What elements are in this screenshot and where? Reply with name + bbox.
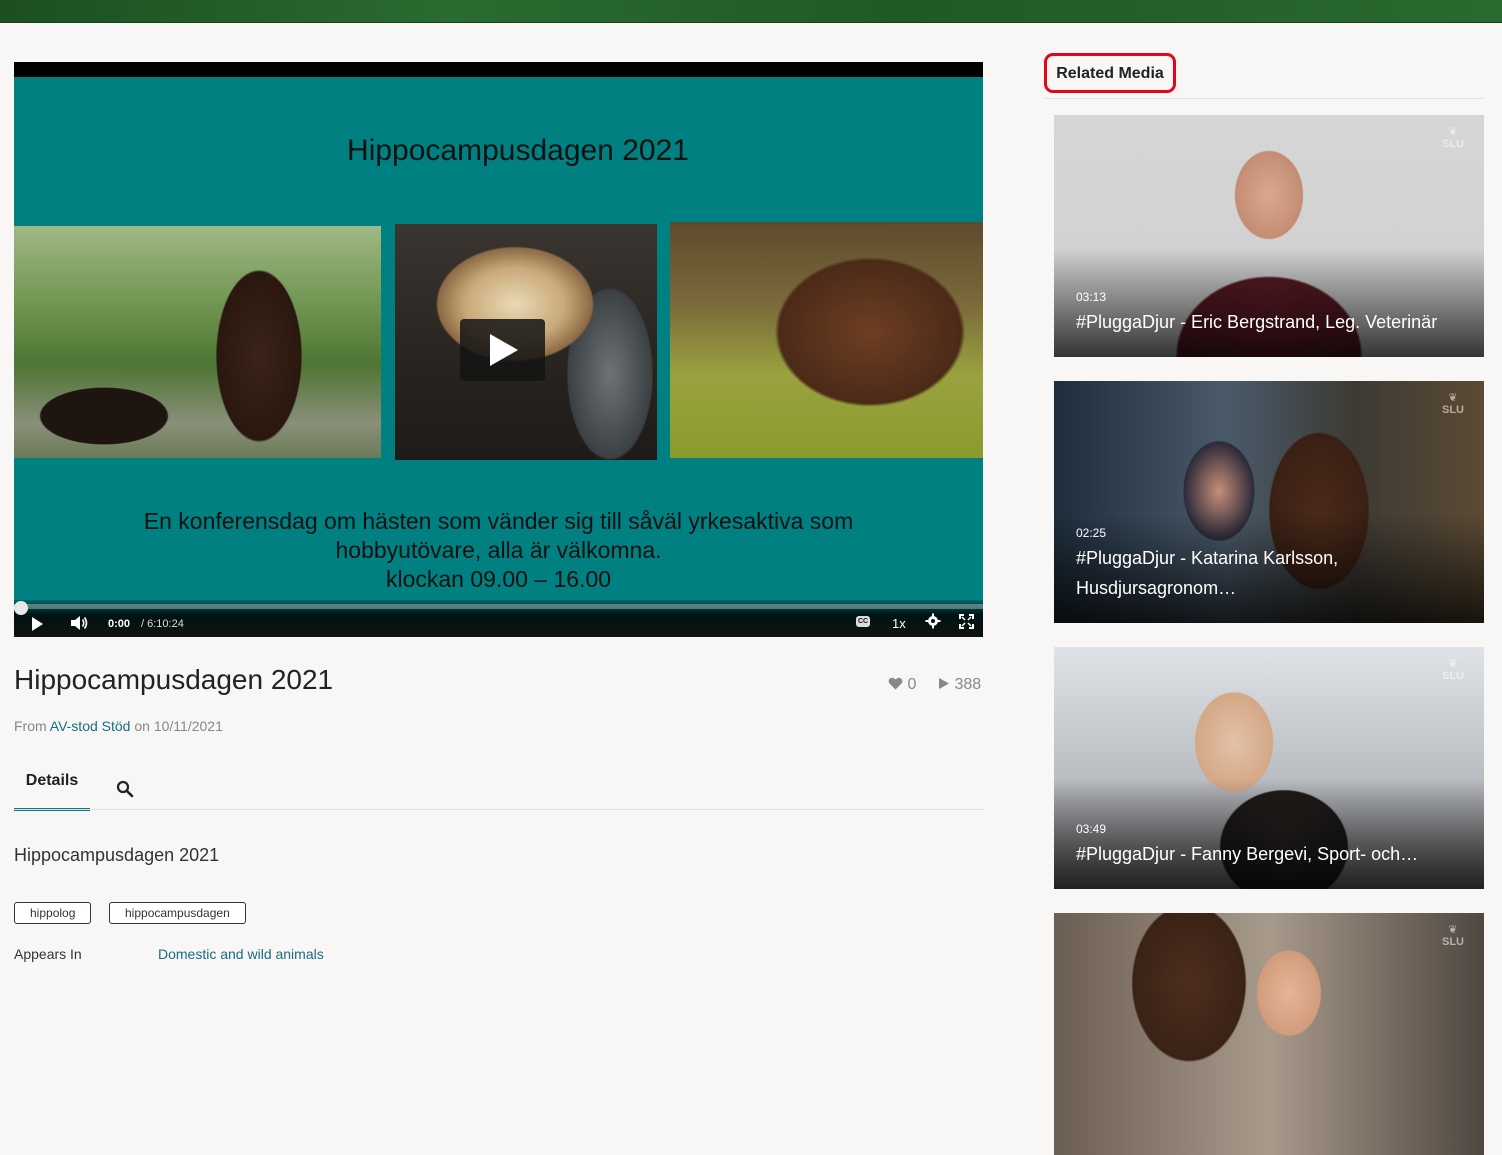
related-title[interactable]: #PluggaDjur - Eric Bergstrand, Leg. Vete… (1076, 307, 1466, 337)
slide-desc-line-3: klockan 09.00 – 16.00 (385, 566, 612, 592)
slide-description: En konferensdag om hästen som vänder sig… (14, 507, 983, 594)
appears-in-label: Appears In (14, 946, 82, 962)
search-icon[interactable] (116, 780, 134, 798)
volume-icon[interactable] (69, 614, 89, 632)
current-time: 0:00 (108, 618, 131, 630)
fullscreen-icon[interactable] (959, 614, 974, 629)
tabs-divider (14, 809, 984, 810)
site-header-bar (0, 0, 1502, 23)
plays-value: 388 (954, 676, 982, 693)
slide-desc-line-2: hobbyutövare, alla är välkomna. (335, 537, 662, 563)
player-controls: 0:00 / 6:10:24 CC 1x (14, 600, 983, 637)
related-item[interactable]: ❦ SLU 03:49 #PluggaDjur - Fanny Bergevi, … (1054, 647, 1484, 889)
byline-prefix: From (14, 718, 50, 734)
related-duration: 03:49 (1076, 822, 1107, 836)
related-media-heading: Related Media (1044, 53, 1176, 93)
tab-details[interactable]: Details (14, 772, 90, 811)
related-duration: 02:25 (1076, 526, 1107, 540)
byline-on: on (130, 718, 154, 734)
tag-hippocampusdagen[interactable]: hippocampusdagen (109, 902, 246, 924)
horse-photo-right (670, 222, 983, 458)
owner-link[interactable]: AV-stod Stöd (50, 718, 131, 734)
related-title[interactable]: #PluggaDjur - Fanny Bergevi, Sport- och… (1076, 839, 1466, 869)
big-play-button[interactable] (460, 319, 545, 381)
duration: / 6:10:24 (141, 618, 184, 630)
play-icon[interactable] (32, 617, 43, 631)
play-count-icon (939, 678, 949, 689)
heart-icon (888, 677, 903, 690)
byline: From AV-stod Stöd on 10/11/2021 (14, 718, 223, 734)
media-description: Hippocampusdagen 2021 (14, 845, 220, 865)
horse-photo-left (14, 226, 381, 458)
slu-logo: ❦ SLU (1442, 658, 1464, 682)
thumbnail-overlay (1054, 247, 1484, 357)
related-divider (1044, 98, 1484, 99)
thumbnail-overlay (1054, 779, 1484, 889)
related-item[interactable]: ❦ SLU 02:25 #PluggaDjur - Katarina Karlss… (1054, 381, 1484, 623)
slide-desc-line-1: En konferensdag om hästen som vänder sig… (143, 508, 854, 534)
closed-captions-icon[interactable]: CC (856, 616, 870, 627)
video-player[interactable]: Hippocampusdagen 2021 En konferensdag om… (14, 62, 983, 637)
related-item[interactable]: ❦ SLU (1054, 913, 1484, 1155)
plays-count: 388 (938, 676, 981, 694)
publish-date: 10/11/2021 (153, 718, 223, 734)
likes-value: 0 (907, 676, 917, 693)
slide-title: Hippocampusdagen 2021 (347, 134, 689, 167)
player-top-bar (14, 62, 983, 77)
slu-logo: ❦ SLU (1442, 126, 1464, 150)
related-item[interactable]: ❦ SLU 03:13 #PluggaDjur - Eric Bergstrand… (1054, 115, 1484, 357)
tag-hippolog[interactable]: hippolog (14, 902, 92, 924)
slu-logo: ❦ SLU (1442, 924, 1464, 948)
appears-in-link[interactable]: Domestic and wild animals (158, 946, 324, 962)
slu-logo: ❦ SLU (1442, 392, 1464, 416)
play-icon (490, 334, 518, 366)
related-title[interactable]: #PluggaDjur - Katarina Karlsson, Husdjur… (1076, 543, 1466, 603)
seek-bar[interactable] (14, 601, 983, 615)
related-duration: 03:13 (1076, 290, 1107, 304)
playback-speed-button[interactable]: 1x (892, 616, 906, 631)
gear-icon[interactable] (925, 613, 941, 629)
likes-count[interactable]: 0 (888, 676, 916, 694)
media-title: Hippocampusdagen 2021 (14, 664, 334, 695)
seek-handle[interactable] (14, 601, 28, 615)
